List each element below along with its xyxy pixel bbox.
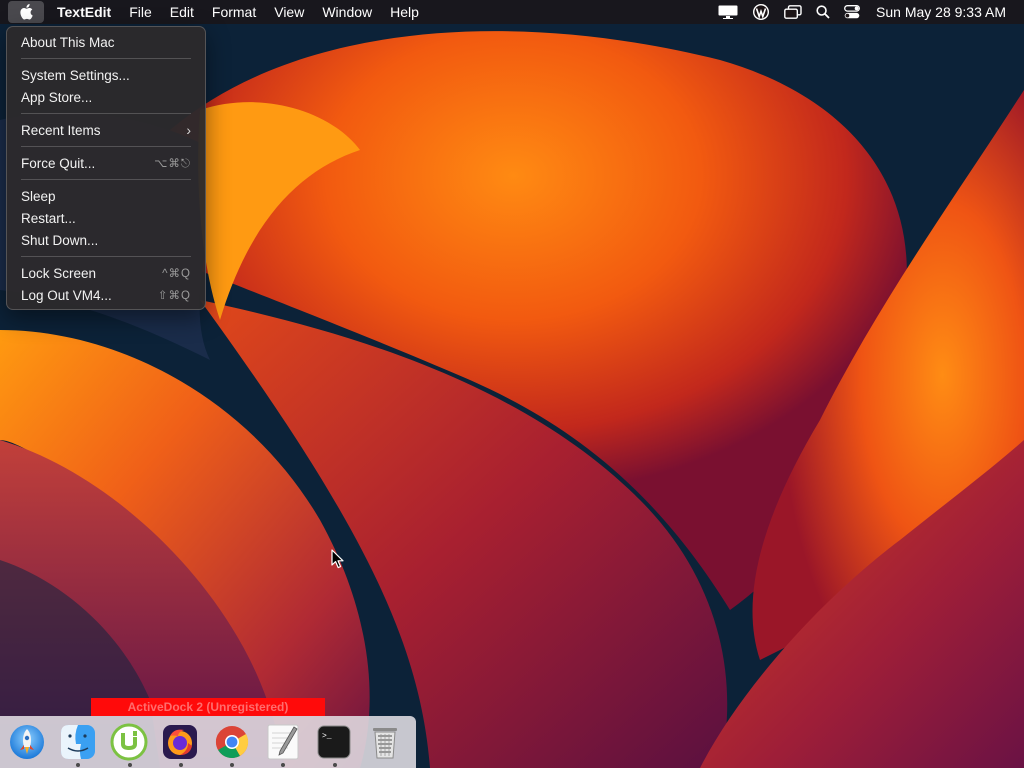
menu-item-shortcut: ⇧⌘Q (157, 290, 191, 302)
terminal-icon: >_ (317, 725, 351, 759)
chevron-right-icon: › (186, 122, 191, 138)
menu-bar: TextEdit File Edit Format View Window He… (0, 0, 1024, 24)
menu-help[interactable]: Help (381, 1, 428, 23)
menu-separator (21, 146, 191, 147)
control-center-icon[interactable] (844, 1, 860, 23)
dock-item-finder[interactable] (57, 716, 98, 768)
menu-item-label: App Store... (21, 89, 93, 105)
dock-item-utorrent[interactable] (109, 716, 150, 768)
menu-item-about-this-mac[interactable]: About This Mac (12, 31, 200, 53)
apple-menu-button[interactable] (8, 1, 44, 23)
firefox-icon (163, 725, 198, 759)
display-icon[interactable] (718, 1, 738, 23)
chrome-icon (215, 726, 248, 759)
menu-item-label: Sleep (21, 188, 56, 204)
mouse-pointer-icon (331, 549, 344, 569)
menubar-clock[interactable]: Sun May 28 9:33 AM (876, 4, 1006, 20)
menu-item-label: Force Quit... (21, 155, 96, 171)
svg-text:>_: >_ (322, 732, 332, 741)
finder-icon (60, 725, 95, 759)
dock-item-trash[interactable] (365, 716, 406, 768)
menu-item-shortcut: ^⌘Q (162, 268, 191, 280)
menu-format[interactable]: Format (203, 1, 265, 23)
menu-item-shut-down[interactable]: Shut Down... (12, 229, 200, 251)
running-indicator (281, 763, 286, 767)
dock-item-chrome[interactable] (211, 716, 252, 768)
menu-item-label: Restart... (21, 210, 76, 226)
trash-icon (373, 728, 398, 759)
running-indicator (127, 763, 132, 767)
running-indicator (230, 763, 234, 767)
menu-separator (21, 58, 191, 59)
menu-item-label: Lock Screen (21, 265, 97, 281)
utorrent-icon (110, 723, 148, 761)
menu-item-label: Recent Items (21, 122, 101, 138)
menu-item-restart[interactable]: Restart... (12, 207, 200, 229)
menu-item-force-quit[interactable]: Force Quit... ⌥⌘⎋ (12, 152, 200, 174)
running-indicator (76, 763, 81, 767)
menu-app-textedit[interactable]: TextEdit (48, 1, 120, 23)
menu-file[interactable]: File (120, 1, 161, 23)
dock-item-firefox[interactable] (160, 716, 201, 768)
menu-item-log-out[interactable]: Log Out VM4... ⇧⌘Q (12, 284, 200, 306)
menu-edit[interactable]: Edit (161, 1, 203, 23)
menu-item-label: About This Mac (21, 34, 115, 50)
wordpress-icon[interactable] (752, 1, 770, 23)
menu-separator (21, 113, 191, 114)
menu-item-system-settings[interactable]: System Settings... (12, 64, 200, 86)
menu-separator (21, 179, 191, 180)
menu-item-lock-screen[interactable]: Lock Screen ^⌘Q (12, 262, 200, 284)
menu-item-label: System Settings... (21, 67, 130, 83)
spotlight-search-icon[interactable] (816, 1, 830, 23)
menu-separator (21, 256, 191, 257)
menu-item-label: Shut Down... (21, 232, 99, 248)
launchpad-rocket-icon (9, 725, 44, 759)
textedit-icon (267, 724, 299, 760)
running-indicator (332, 763, 337, 767)
menu-item-label: Log Out VM4... (21, 287, 112, 303)
menu-item-sleep[interactable]: Sleep (12, 185, 200, 207)
apple-menu-dropdown: About This Mac System Settings... App St… (6, 26, 206, 310)
dock-item-textedit[interactable] (262, 716, 303, 768)
menu-view[interactable]: View (265, 1, 313, 23)
menu-item-recent-items[interactable]: Recent Items › (12, 119, 200, 141)
menu-item-app-store[interactable]: App Store... (12, 86, 200, 108)
activedock-unregistered-banner[interactable]: ActiveDock 2 (Unregistered) (91, 698, 325, 716)
screen-mirroring-icon[interactable] (784, 1, 802, 23)
menu-window[interactable]: Window (313, 1, 381, 23)
running-indicator (178, 763, 183, 767)
menu-item-shortcut: ⌥⌘⎋ (154, 157, 191, 170)
dock-item-terminal[interactable]: >_ (314, 716, 355, 768)
apple-logo-icon (20, 4, 33, 20)
dock: >_ (0, 716, 416, 768)
dock-item-launchpad[interactable] (6, 716, 47, 768)
